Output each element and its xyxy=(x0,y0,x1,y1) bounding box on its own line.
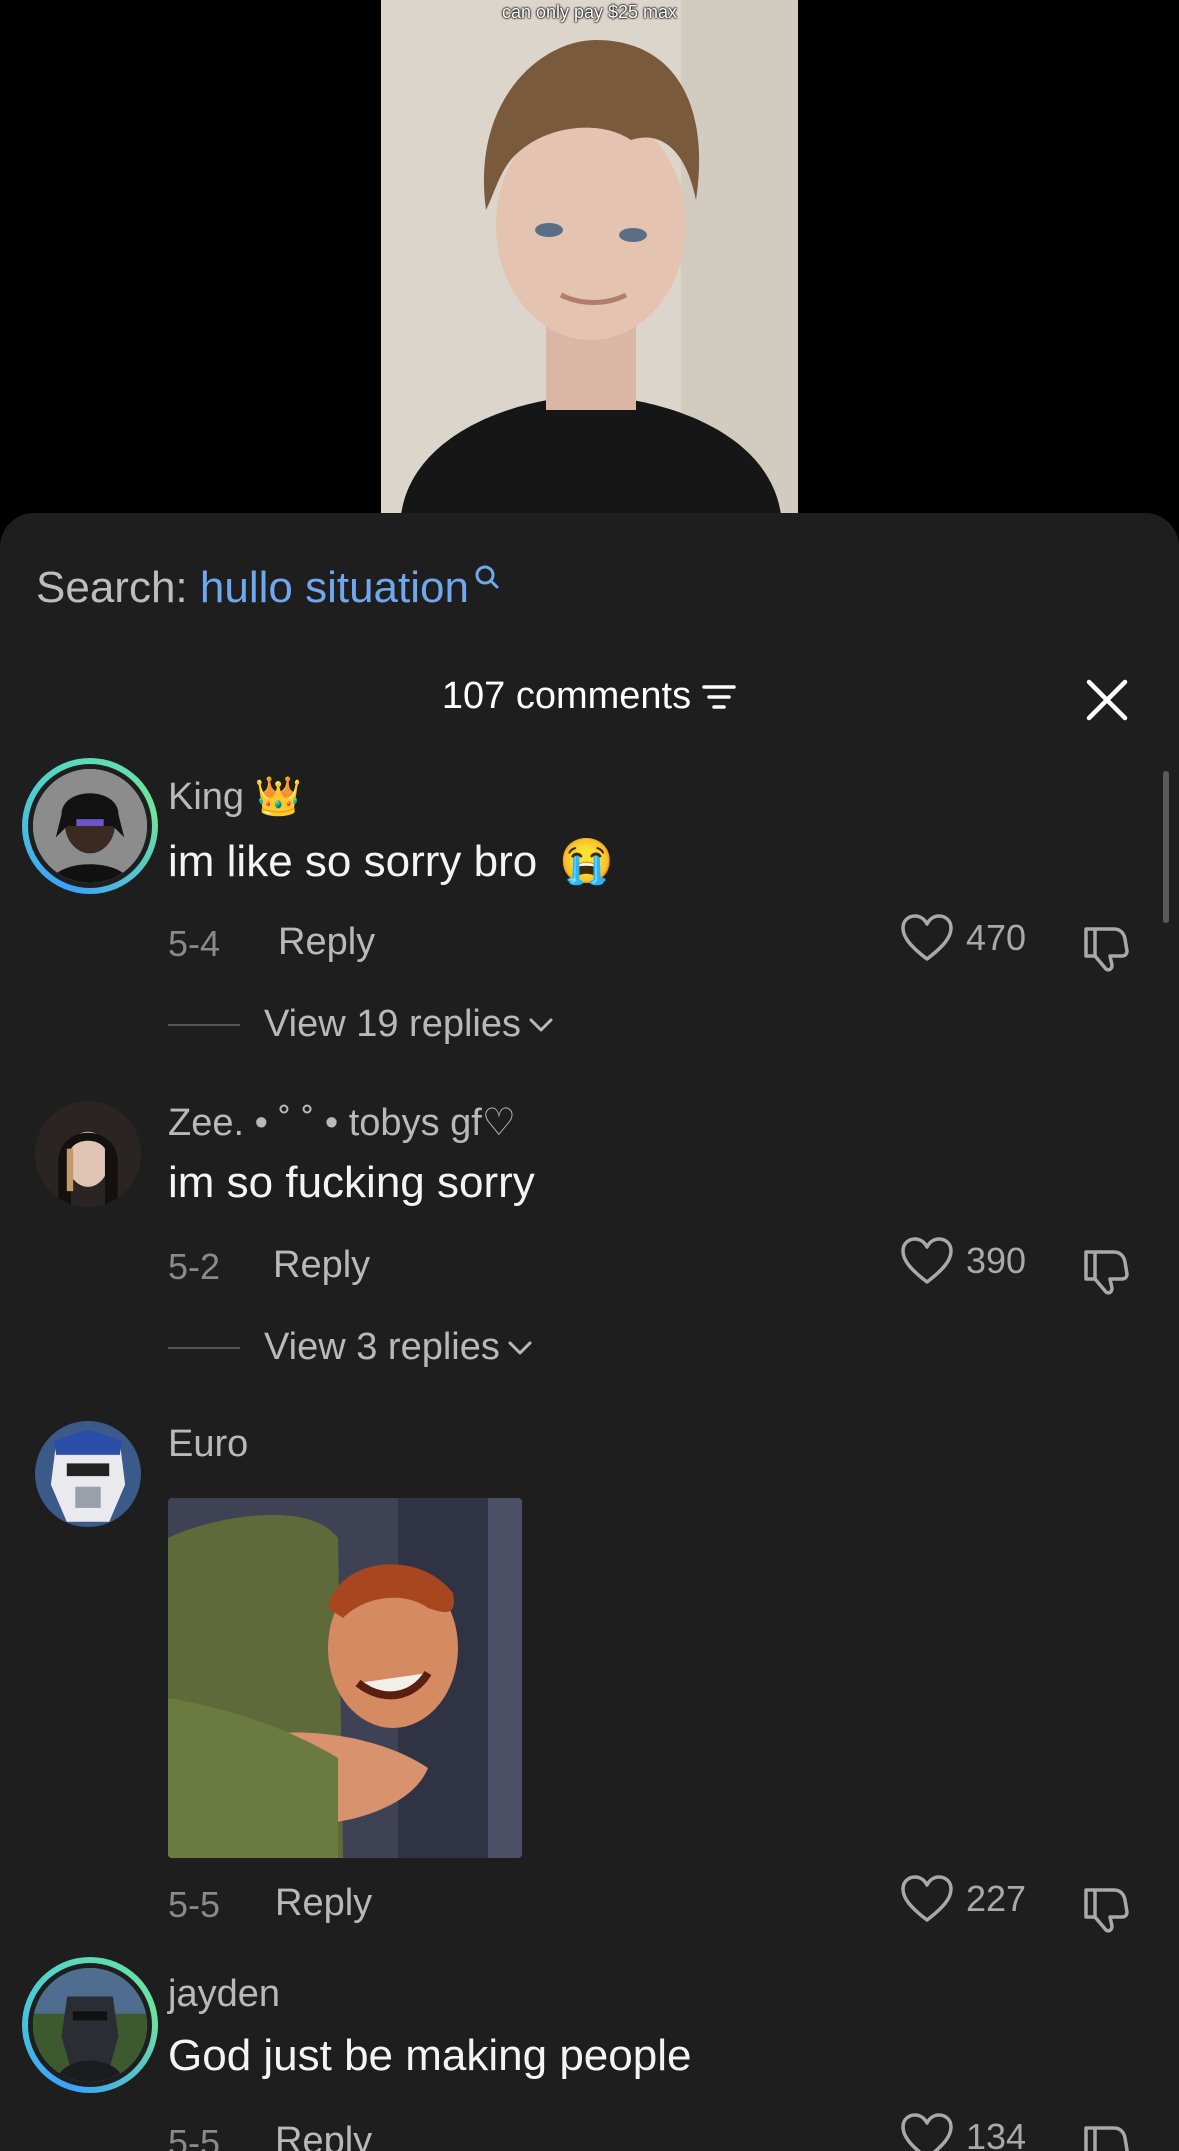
sort-filter-icon[interactable] xyxy=(701,682,737,712)
comment-gif[interactable] xyxy=(168,1498,522,1858)
video-preview[interactable]: can only pay $25 max xyxy=(381,0,798,515)
search-suggestion[interactable]: Search: hullo situation xyxy=(36,563,501,613)
like-count: 134 xyxy=(966,2116,1027,2151)
avatar[interactable] xyxy=(35,1421,141,1527)
scrollbar[interactable] xyxy=(1163,771,1169,923)
comment-text: im so fucking sorry xyxy=(168,1158,535,1207)
comment-body: im like so sorry bro xyxy=(168,837,538,886)
crown-icon: 👑 xyxy=(254,776,302,818)
dislike-icon[interactable] xyxy=(1080,921,1132,973)
comment-username[interactable]: Euro xyxy=(168,1423,248,1466)
like-button[interactable]: 227 xyxy=(900,1874,1026,1924)
comment-username[interactable]: jayden xyxy=(168,1973,280,2016)
avatar[interactable] xyxy=(22,758,158,894)
comments-sheet: Search: hullo situation 107 comments Kin… xyxy=(0,513,1179,2151)
gif-image xyxy=(168,1498,522,1858)
heart-icon xyxy=(901,1237,953,1284)
comments-header: 107 comments xyxy=(0,675,1179,718)
search-icon xyxy=(475,565,499,589)
like-button[interactable]: 134 xyxy=(900,2112,1026,2151)
comment-username[interactable]: Zee. • ˚ ˚ • tobys gf♡ xyxy=(168,1100,516,1145)
divider xyxy=(168,1023,240,1026)
comment-text: im like so sorry bro 😭 xyxy=(168,835,614,887)
video-frame-image xyxy=(381,0,798,515)
chevron-down-icon xyxy=(529,1018,553,1031)
avatar-image xyxy=(33,1968,147,2082)
dislike-icon[interactable] xyxy=(1080,2120,1132,2151)
heart-icon xyxy=(901,1875,953,1922)
reply-button[interactable]: Reply xyxy=(275,2120,372,2151)
view-replies-button[interactable]: View 19 replies xyxy=(168,1003,555,1046)
reply-button[interactable]: Reply xyxy=(273,1244,370,1287)
like-button[interactable]: 470 xyxy=(900,913,1026,963)
video-caption: can only pay $25 max xyxy=(501,2,678,22)
view-replies-label[interactable]: View 19 replies xyxy=(264,1003,521,1046)
like-button[interactable]: 390 xyxy=(900,1236,1026,1286)
username-text[interactable]: King xyxy=(168,776,244,818)
avatar[interactable] xyxy=(22,1957,158,2093)
comment-text: God just be making people xyxy=(168,2031,692,2080)
search-query-link[interactable]: hullo situation xyxy=(200,563,469,612)
view-replies-label[interactable]: View 3 replies xyxy=(264,1326,500,1369)
view-replies-button[interactable]: View 3 replies xyxy=(168,1326,534,1369)
comment-date: 5-5 xyxy=(168,2122,221,2151)
avatar-image xyxy=(35,1421,141,1527)
like-count: 390 xyxy=(966,1240,1027,1281)
avatar-image xyxy=(33,769,147,883)
comment-date: 5-2 xyxy=(168,1246,221,1287)
comment-date: 5-5 xyxy=(168,1884,221,1925)
avatar-image xyxy=(35,1101,141,1207)
divider xyxy=(168,1346,240,1349)
like-count: 227 xyxy=(966,1878,1027,1919)
close-icon[interactable] xyxy=(1085,678,1129,722)
dislike-icon[interactable] xyxy=(1080,1244,1132,1296)
crying-face-icon: 😭 xyxy=(559,837,615,886)
comment-username[interactable]: King 👑 xyxy=(168,775,302,819)
heart-icon xyxy=(901,2113,953,2151)
avatar[interactable] xyxy=(35,1101,141,1207)
chevron-down-icon xyxy=(508,1341,532,1354)
reply-button[interactable]: Reply xyxy=(275,1882,372,1925)
search-label: Search: xyxy=(36,563,200,612)
dislike-icon[interactable] xyxy=(1080,1882,1132,1934)
comment-date: 5-4 xyxy=(168,923,221,964)
like-count: 470 xyxy=(966,917,1027,958)
heart-icon xyxy=(901,914,953,961)
comments-count: 107 comments xyxy=(441,675,692,717)
reply-button[interactable]: Reply xyxy=(278,921,375,964)
